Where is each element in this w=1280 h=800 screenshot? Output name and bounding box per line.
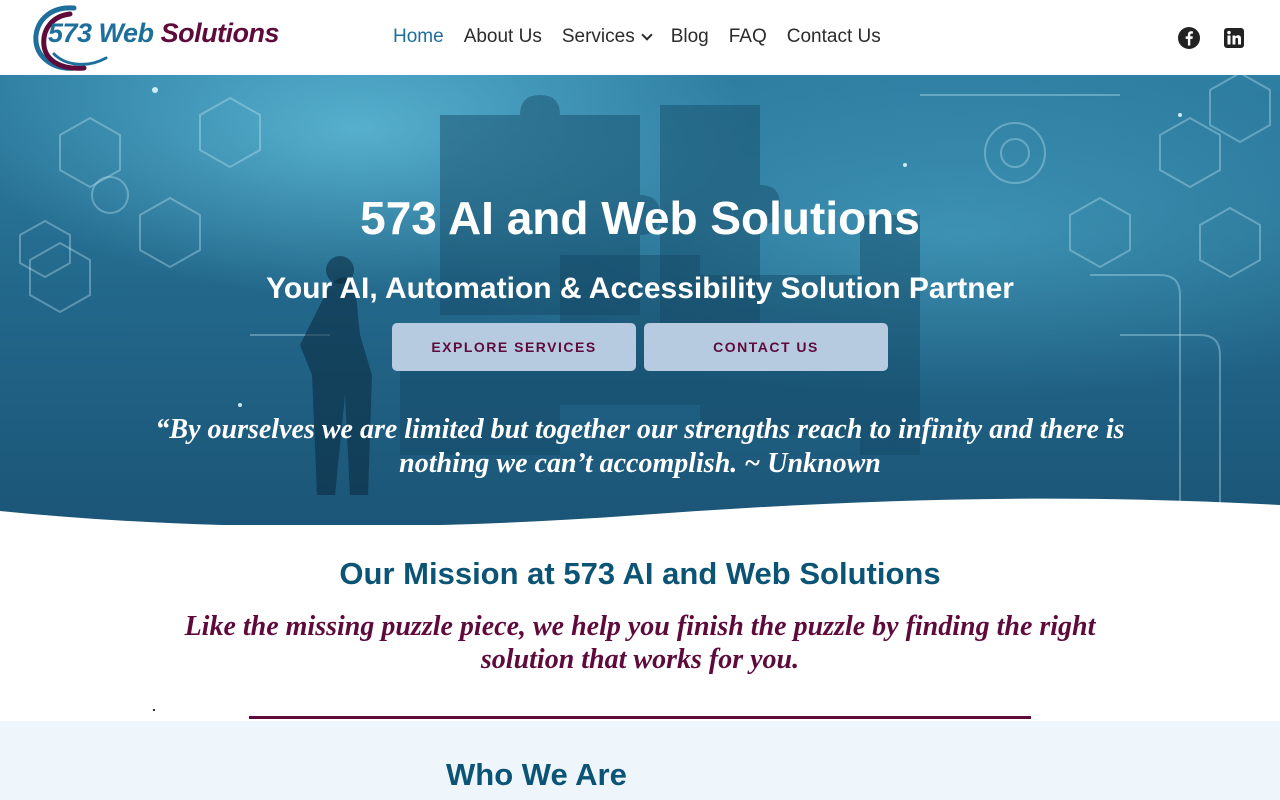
hero-quote: “By ourselves we are limited but togethe… [155,414,1125,479]
mission-title: Our Mission at 573 AI and Web Solutions [339,556,941,591]
hero-title: 573 AI and Web Solutions [360,192,920,244]
hero-subtitle: Your AI, Automation & Accessibility Solu… [266,272,1014,305]
main-nav: Home About Us Services Blog FAQ Contact … [383,24,891,50]
who-we-are-title: Who We Are [446,757,627,792]
logo-text: 573 Web Solutions [48,18,280,49]
contact-us-button[interactable]: CONTACT US [644,323,888,371]
who-we-are-section [0,721,1280,800]
linkedin-icon[interactable] [1222,26,1246,50]
chevron-down-icon [641,28,653,41]
nav-home[interactable]: Home [383,24,454,50]
nav-contact-us[interactable]: Contact Us [777,24,891,50]
hero-section: 573 AI and Web Solutions Your AI, Automa… [0,75,1280,525]
explore-services-button[interactable]: EXPLORE SERVICES [392,323,636,371]
hero-wave-divider [0,498,1280,525]
logo-text-part2: Solutions [160,18,280,48]
decorative-dot [153,709,155,711]
site-logo[interactable]: 573 Web Solutions [30,2,280,72]
mission-text: Like the missing puzzle piece, we help y… [184,611,1096,675]
logo-text-part1: 573 Web [48,18,161,48]
facebook-icon[interactable] [1177,26,1201,50]
nav-blog[interactable]: Blog [661,24,719,50]
nav-services[interactable]: Services [552,24,661,50]
site-header: 573 Web Solutions Home About Us Services… [0,0,1280,75]
nav-services-label: Services [561,26,635,47]
nav-about-us[interactable]: About Us [454,24,552,50]
nav-faq[interactable]: FAQ [719,24,777,50]
section-divider [249,716,1031,719]
